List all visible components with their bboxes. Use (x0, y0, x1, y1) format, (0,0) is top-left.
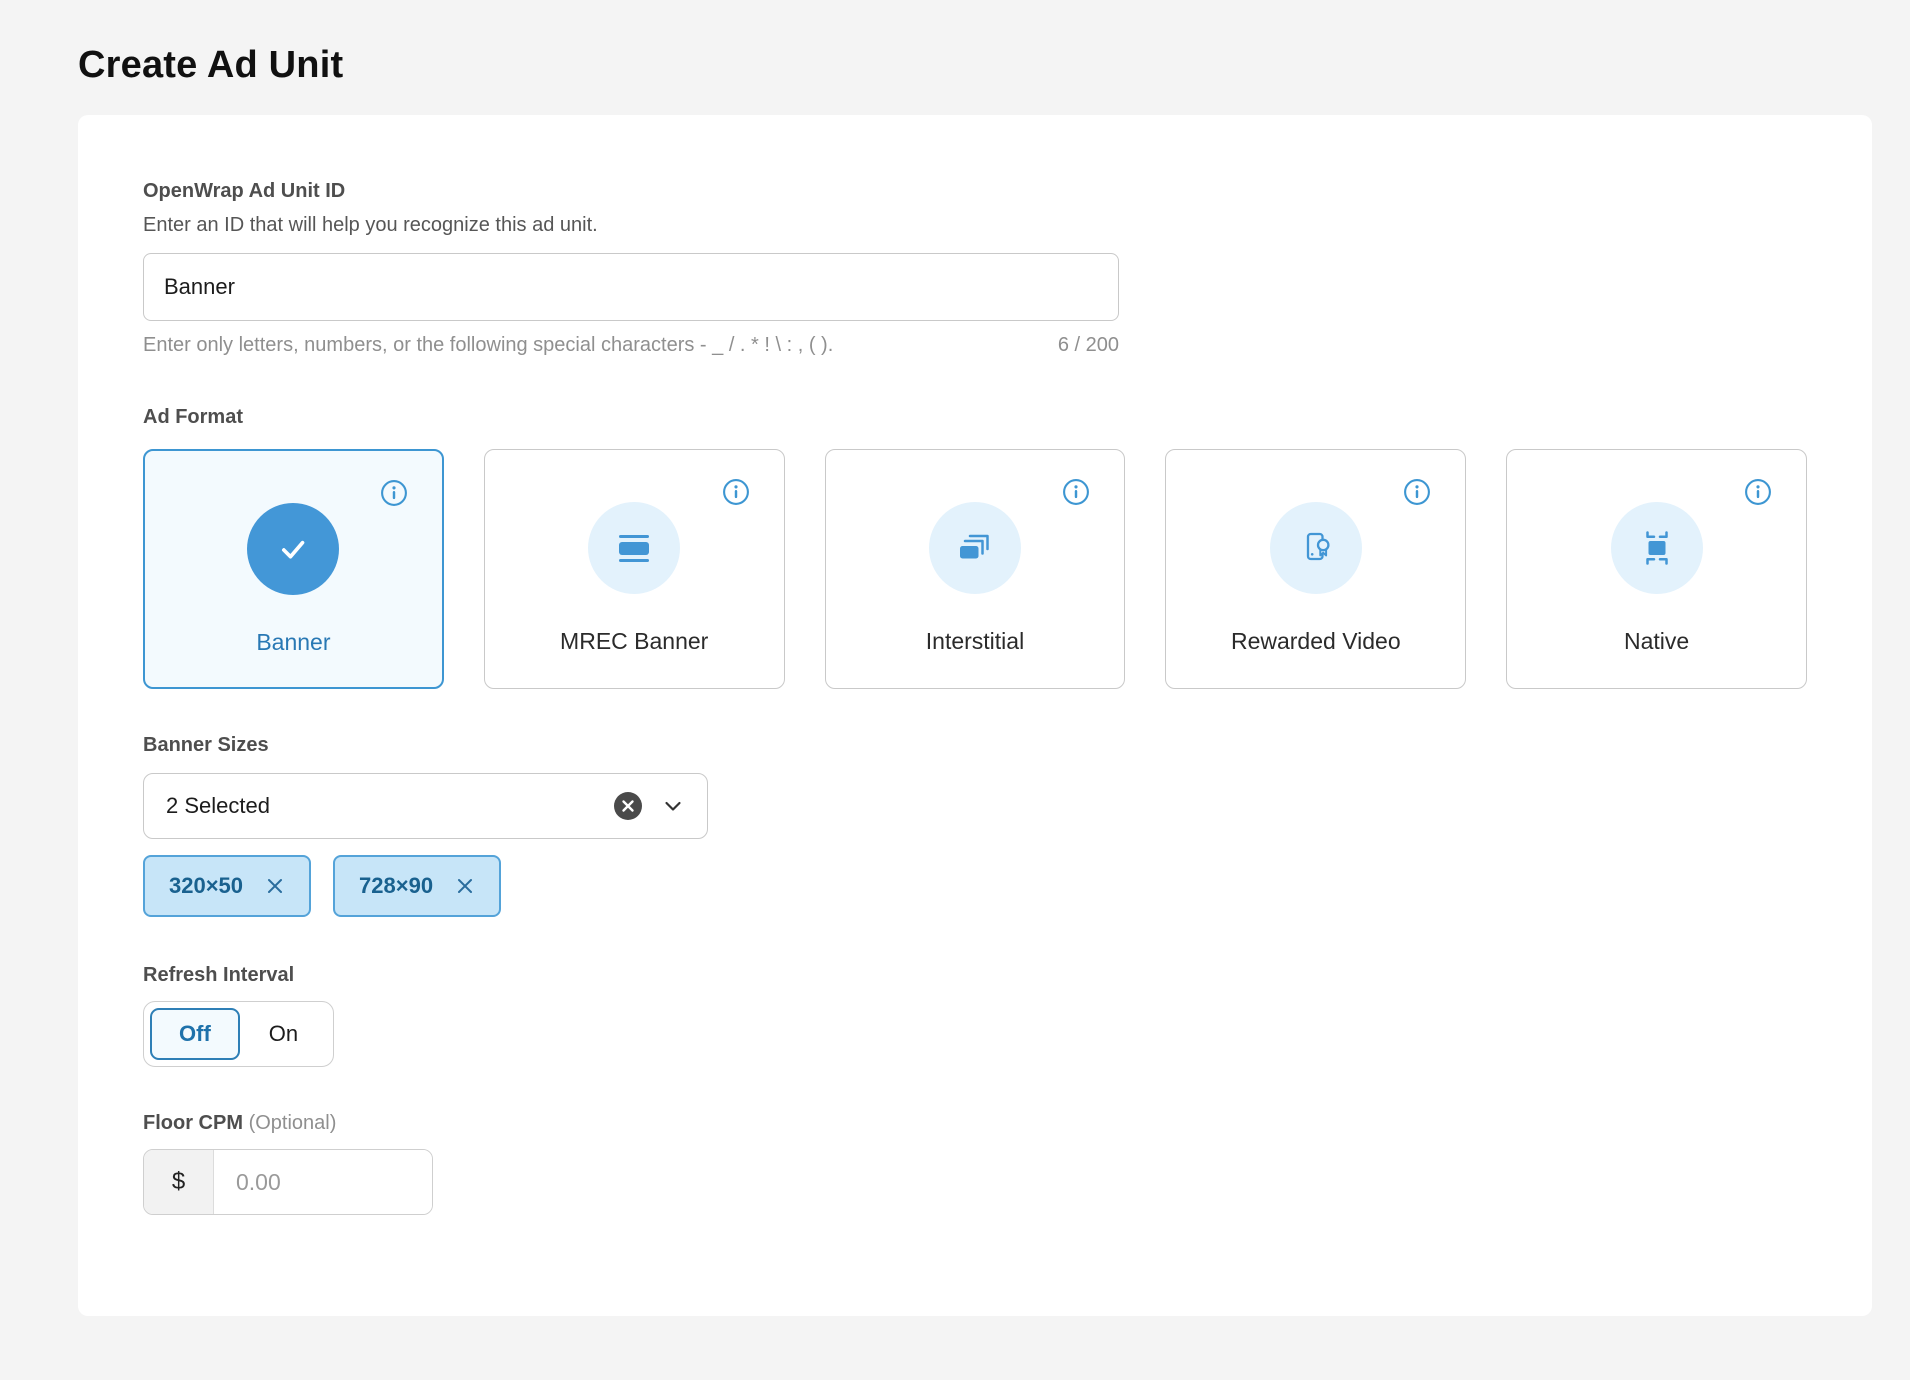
banner-sizes-section: Banner Sizes 2 Selected 320×50 (143, 733, 1807, 917)
ad-format-options: Banner (143, 449, 1807, 689)
interstitial-icon (929, 502, 1021, 594)
ad-format-label: Ad Format (143, 405, 1807, 429)
ad-unit-id-char-counter: 6 / 200 (1058, 333, 1119, 357)
ad-unit-id-section: OpenWrap Ad Unit ID Enter an ID that wil… (143, 179, 1807, 357)
floor-cpm-label-text: Floor CPM (143, 1112, 243, 1134)
info-icon[interactable] (380, 479, 408, 507)
info-icon[interactable] (722, 478, 750, 506)
rewarded-video-icon (1270, 502, 1362, 594)
format-card-interstitial[interactable]: Interstitial (825, 449, 1126, 689)
x-icon[interactable] (265, 876, 285, 896)
banner-sizes-select[interactable]: 2 Selected (143, 773, 708, 839)
refresh-interval-label: Refresh Interval (143, 963, 1807, 987)
info-icon[interactable] (1403, 478, 1431, 506)
format-label: Interstitial (926, 628, 1024, 655)
ad-unit-id-hint: Enter only letters, numbers, or the foll… (143, 333, 833, 357)
format-card-banner[interactable]: Banner (143, 449, 444, 689)
size-chip: 320×50 (143, 855, 311, 917)
refresh-interval-toggle: Off On (143, 1001, 334, 1067)
chevron-down-icon[interactable] (661, 794, 685, 818)
format-label: Native (1624, 628, 1689, 655)
ad-unit-id-label: OpenWrap Ad Unit ID (143, 179, 1807, 203)
refresh-interval-section: Refresh Interval Off On (143, 963, 1807, 1067)
floor-cpm-label: Floor CPM (Optional) (143, 1111, 1807, 1135)
currency-symbol: $ (144, 1150, 214, 1214)
native-icon (1611, 502, 1703, 594)
floor-cpm-input-group: $ (143, 1149, 433, 1215)
info-icon[interactable] (1744, 478, 1772, 506)
size-chip: 728×90 (333, 855, 501, 917)
refresh-off-button[interactable]: Off (150, 1008, 240, 1060)
format-card-mrec-banner[interactable]: MREC Banner (484, 449, 785, 689)
floor-cpm-section: Floor CPM (Optional) $ (143, 1111, 1807, 1215)
ad-unit-id-hint-row: Enter only letters, numbers, or the foll… (143, 333, 1119, 357)
banner-sizes-selected-value: 2 Selected (166, 793, 613, 819)
ad-unit-id-help: Enter an ID that will help you recognize… (143, 213, 1807, 237)
floor-cpm-input[interactable] (214, 1150, 432, 1214)
ad-format-section: Ad Format (143, 405, 1807, 689)
x-icon[interactable] (455, 876, 475, 896)
chip-label: 320×50 (169, 873, 243, 899)
chip-label: 728×90 (359, 873, 433, 899)
selected-sizes-chip-row: 320×50 728×90 (143, 855, 1807, 917)
banner-sizes-label: Banner Sizes (143, 733, 1807, 757)
page-title: Create Ad Unit (0, 0, 1910, 87)
checkmark-icon (247, 503, 339, 595)
format-label: Rewarded Video (1231, 628, 1401, 655)
ad-unit-id-input[interactable] (143, 253, 1119, 321)
clear-circle-icon[interactable] (613, 791, 643, 821)
format-label: Banner (256, 629, 330, 656)
mrec-banner-icon (588, 502, 680, 594)
info-icon[interactable] (1062, 478, 1090, 506)
format-card-native[interactable]: Native (1506, 449, 1807, 689)
create-ad-unit-screen: Create Ad Unit OpenWrap Ad Unit ID Enter… (0, 0, 1910, 1380)
format-card-rewarded-video[interactable]: Rewarded Video (1165, 449, 1466, 689)
format-label: MREC Banner (560, 628, 708, 655)
floor-cpm-optional-tag: (Optional) (249, 1112, 337, 1134)
refresh-on-button[interactable]: On (240, 1008, 327, 1060)
form-card: OpenWrap Ad Unit ID Enter an ID that wil… (78, 115, 1872, 1316)
